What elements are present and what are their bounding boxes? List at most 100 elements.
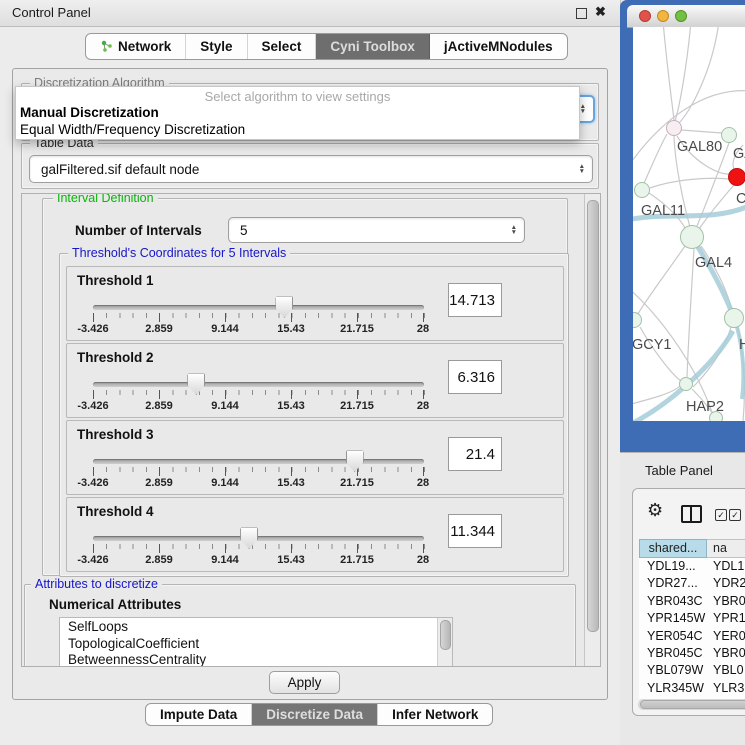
- table-row[interactable]: YER054CYER0: [639, 628, 745, 645]
- threshold-value-field[interactable]: 21.4: [448, 437, 502, 471]
- table-row[interactable]: YBL079WYBL0: [639, 662, 745, 679]
- cell-name[interactable]: YPR1: [707, 610, 745, 627]
- node-red[interactable]: [728, 168, 745, 186]
- cell-shared-name[interactable]: YDL19...: [639, 558, 707, 575]
- tab-style[interactable]: Style: [186, 34, 247, 59]
- cell-shared-name[interactable]: YBL079W: [639, 662, 707, 679]
- list-scrollbar[interactable]: [437, 618, 452, 667]
- tab-label: Impute Data: [160, 707, 237, 722]
- threshold-label: Threshold 4: [77, 504, 154, 519]
- split-view-icon[interactable]: [681, 505, 702, 523]
- cell-name[interactable]: YDL1: [707, 558, 745, 575]
- scale-label: 21.715: [334, 554, 380, 566]
- group-title: Attributes to discretize: [31, 577, 162, 591]
- dropdown-item-equal-width[interactable]: Equal Width/Frequency Discretization: [16, 121, 579, 138]
- tab-discretize-data[interactable]: Discretize Data: [252, 704, 378, 725]
- slider-track[interactable]: [93, 305, 424, 310]
- scale-label: 15.43: [268, 400, 314, 412]
- node-label: GCY1: [633, 337, 672, 353]
- network-view-window: GAL80GACGAL11GAL4GCY1HHAP2: [620, 0, 745, 452]
- numerical-attributes-list[interactable]: SelfLoopsTopologicalCoefficientBetweenne…: [59, 617, 453, 667]
- table-row[interactable]: YBR045CYBR0: [639, 645, 745, 662]
- cell-name[interactable]: YER0: [707, 628, 745, 645]
- cell-shared-name[interactable]: YBR043C: [639, 593, 707, 610]
- attribute-list-item[interactable]: SelfLoops: [60, 618, 452, 635]
- column-header-name[interactable]: na: [707, 539, 745, 558]
- table-row[interactable]: YLR345WYLR3: [639, 680, 745, 697]
- threshold-value-field[interactable]: 14.713: [448, 283, 502, 317]
- cell-shared-name[interactable]: YBR045C: [639, 645, 707, 662]
- node-upper-right[interactable]: [721, 127, 737, 143]
- threshold-4-panel: Threshold 4 -3.4262.8599.14415.4321.7152…: [66, 497, 564, 572]
- minimize-light[interactable]: [657, 10, 669, 22]
- cell-name[interactable]: YLR3: [707, 680, 745, 697]
- tab-cyni-toolbox[interactable]: Cyni Toolbox: [316, 34, 430, 59]
- dropdown-item-manual-discretization[interactable]: Manual Discretization: [16, 104, 579, 121]
- cell-name[interactable]: YBL0: [707, 662, 745, 679]
- tab-impute-data[interactable]: Impute Data: [146, 704, 252, 725]
- table-row[interactable]: YBR043CYBR0: [639, 593, 745, 610]
- threshold-value-field[interactable]: 6.316: [448, 360, 502, 394]
- node-bottom[interactable]: [709, 411, 723, 421]
- scale-label: 28: [400, 554, 446, 566]
- tab-label: Network: [118, 39, 171, 54]
- cell-name[interactable]: YDR2: [707, 575, 745, 592]
- node-hap2[interactable]: [679, 377, 693, 391]
- table-row[interactable]: YPR145WYPR1: [639, 610, 745, 627]
- scale-label: 15.43: [268, 323, 314, 335]
- scrollbar-thumb[interactable]: [440, 620, 451, 650]
- number-of-intervals-combobox[interactable]: 5 ▲▼: [228, 217, 525, 243]
- checkbox-icon[interactable]: ✓: [729, 509, 741, 521]
- tab-infer-network[interactable]: Infer Network: [378, 704, 492, 725]
- cell-shared-name[interactable]: YPR145W: [639, 610, 707, 627]
- tab-select[interactable]: Select: [248, 34, 317, 59]
- node-gal11[interactable]: [634, 182, 650, 198]
- node-h[interactable]: [724, 308, 744, 328]
- threshold-value-field[interactable]: 11.344: [448, 514, 502, 548]
- scrollbar-thumb[interactable]: [640, 700, 745, 709]
- float-window-icon[interactable]: [576, 8, 587, 19]
- table-panel-section: Table Panel ⚙ ✓ ✓ shared... na YDL19...Y…: [620, 452, 745, 745]
- cell-name[interactable]: YBR0: [707, 593, 745, 610]
- slider-ticks: [93, 544, 425, 553]
- node-gal4[interactable]: [680, 225, 704, 249]
- node-gal80[interactable]: [666, 120, 682, 136]
- gear-icon[interactable]: ⚙: [647, 501, 663, 519]
- close-icon[interactable]: ✖: [595, 4, 606, 20]
- table-row[interactable]: YDR27...YDR2: [639, 575, 745, 592]
- network-canvas[interactable]: GAL80GACGAL11GAL4GCY1HHAP2: [633, 27, 745, 421]
- column-header-shared[interactable]: shared...: [639, 539, 707, 558]
- attribute-list-item[interactable]: TopologicalCoefficient: [60, 635, 452, 652]
- combo-arrows-icon: ▲▼: [580, 104, 586, 114]
- slider-scale: -3.4262.8599.14415.4321.71528: [67, 554, 563, 566]
- zoom-light[interactable]: [675, 10, 687, 22]
- network-window-titlebar: [627, 5, 745, 28]
- network-edge: [663, 27, 674, 120]
- table-row[interactable]: YDL19...YDL1: [639, 558, 745, 575]
- tab-jactivemnodules[interactable]: jActiveMNodules: [430, 34, 567, 59]
- window-title: Control Panel: [12, 5, 91, 20]
- tab-label: jActiveMNodules: [444, 39, 553, 54]
- dropdown-placeholder-item[interactable]: Select algorithm to view settings: [16, 87, 579, 104]
- threshold-3-panel: Threshold 3 -3.4262.8599.14415.4321.7152…: [66, 420, 564, 495]
- cell-name[interactable]: YBR0: [707, 645, 745, 662]
- numerical-attributes-label: Numerical Attributes: [49, 597, 181, 612]
- attribute-list-item[interactable]: BetweennessCentrality: [60, 651, 452, 667]
- close-light[interactable]: [639, 10, 651, 22]
- settings-scrollbar[interactable]: [584, 194, 600, 666]
- table-hscrollbar[interactable]: [638, 699, 745, 710]
- slider-track[interactable]: [93, 459, 424, 464]
- checkbox-icon[interactable]: ✓: [715, 509, 727, 521]
- table-data-combobox[interactable]: galFiltered.sif default node ▲▼: [29, 155, 593, 183]
- tab-network[interactable]: Network: [86, 34, 186, 59]
- scale-label: 2.859: [136, 554, 182, 566]
- scrollbar-thumb[interactable]: [587, 200, 599, 632]
- slider-track[interactable]: [93, 382, 424, 387]
- slider-track[interactable]: [93, 536, 424, 541]
- threshold-label: Threshold 2: [77, 350, 154, 365]
- apply-button[interactable]: Apply: [269, 671, 340, 694]
- threshold-label: Threshold 1: [77, 273, 154, 288]
- cell-shared-name[interactable]: YDR27...: [639, 575, 707, 592]
- cell-shared-name[interactable]: YER054C: [639, 628, 707, 645]
- cell-shared-name[interactable]: YLR345W: [639, 680, 707, 697]
